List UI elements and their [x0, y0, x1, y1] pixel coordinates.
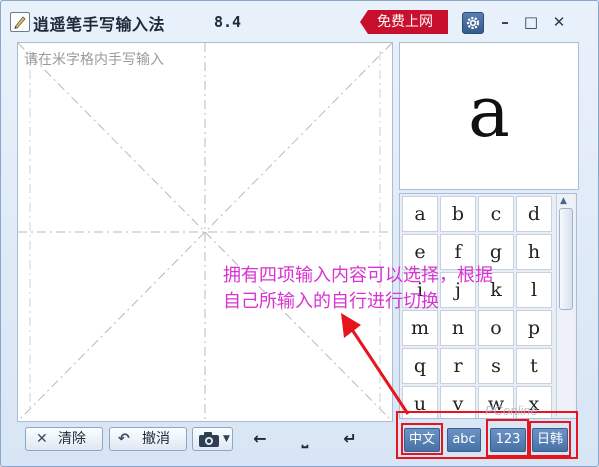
- candidate-cell[interactable]: u: [402, 386, 438, 418]
- annotation-text: 拥有四项输入内容可以选择，根据 自己所输入的自行进行切换: [223, 263, 583, 315]
- candidate-cell[interactable]: v: [440, 386, 476, 418]
- camera-icon: [199, 432, 219, 447]
- version-label: 8.4: [214, 13, 242, 31]
- pad-hint: 请在米字格内手写输入: [24, 52, 164, 68]
- candidate-cell[interactable]: n: [440, 310, 476, 346]
- title-bar[interactable]: 逍遥笔手写输入法 8.4 免费上网 – □ ✕: [1, 1, 598, 41]
- candidate-cell[interactable]: o: [478, 310, 514, 346]
- handwriting-pad[interactable]: 请在米字格内手写输入: [17, 42, 393, 422]
- mode-number-button[interactable]: 123: [490, 428, 526, 452]
- mi-grid-guides: [18, 43, 392, 421]
- candidate-cell[interactable]: s: [478, 348, 514, 384]
- candidate-cell[interactable]: q: [402, 348, 438, 384]
- ime-window: 逍遥笔手写输入法 8.4 免费上网 – □ ✕ 请在米字格内手写输入 a a b…: [0, 0, 599, 467]
- gear-icon: [466, 16, 480, 30]
- candidate-cell[interactable]: c: [478, 196, 514, 232]
- scroll-up-arrow-icon[interactable]: ▲: [560, 196, 567, 206]
- candidate-cell[interactable]: b: [440, 196, 476, 232]
- candidate-cell[interactable]: a: [402, 196, 438, 232]
- free-internet-button[interactable]: 免费上网: [360, 10, 448, 34]
- x-icon: ✕: [36, 431, 48, 447]
- dropdown-arrow-icon: ▼: [223, 434, 230, 444]
- minimize-button[interactable]: –: [496, 13, 514, 31]
- annotation-line-2: 自己所输入的自行进行切换: [223, 291, 439, 312]
- clear-label: 清除: [58, 431, 86, 447]
- undo-button[interactable]: ↶ 撤消: [109, 427, 187, 451]
- settings-button[interactable]: [462, 12, 484, 34]
- mode-chinese-button[interactable]: 中文: [404, 428, 440, 452]
- camera-button[interactable]: ▼: [192, 427, 233, 451]
- mode-japan-korea-button[interactable]: 日韩: [532, 428, 568, 452]
- candidate-cell[interactable]: t: [516, 348, 552, 384]
- annotation-line-1: 拥有四项输入内容可以选择，根据: [223, 265, 493, 286]
- undo-label: 撤消: [142, 431, 170, 447]
- maximize-button[interactable]: □: [522, 13, 540, 31]
- window-title: 逍遥笔手写输入法: [33, 15, 166, 34]
- watermark: PConline: [485, 403, 538, 418]
- enter-button[interactable]: ↵: [337, 428, 363, 450]
- close-button[interactable]: ✕: [550, 13, 568, 31]
- candidate-cell[interactable]: d: [516, 196, 552, 232]
- left-arrow-button[interactable]: ←: [249, 428, 271, 450]
- mode-abc-button[interactable]: abc: [447, 428, 481, 452]
- pen-app-icon: [10, 12, 30, 32]
- candidate-cell[interactable]: m: [402, 310, 438, 346]
- space-button[interactable]: ⎵: [293, 428, 317, 450]
- clear-button[interactable]: ✕ 清除: [25, 427, 103, 451]
- recognized-preview: a: [399, 42, 579, 190]
- preview-char: a: [468, 71, 510, 153]
- undo-icon: ↶: [118, 431, 130, 447]
- candidate-cell[interactable]: p: [516, 310, 552, 346]
- candidate-cell[interactable]: r: [440, 348, 476, 384]
